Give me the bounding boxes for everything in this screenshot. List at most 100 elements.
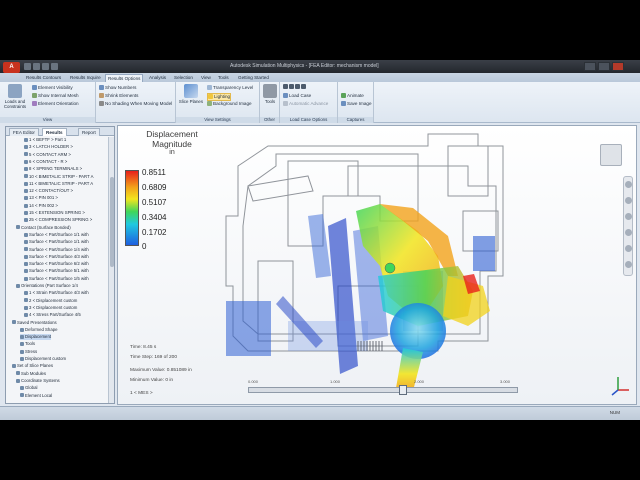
tree-node[interactable]: Tools bbox=[20, 341, 35, 347]
tree-node[interactable]: Displacement custom bbox=[20, 356, 66, 362]
tree-node-icon bbox=[24, 254, 28, 259]
tree-node[interactable]: 15 < EXTENSION SPRING > bbox=[24, 210, 85, 216]
tree-node[interactable]: Surface < Part/Surface 5/1 with bbox=[24, 268, 89, 274]
viewcube-icon[interactable] bbox=[600, 144, 622, 166]
look-icon[interactable] bbox=[625, 229, 632, 236]
tree-node[interactable]: Surface < Part/Surface 1/1 with bbox=[24, 239, 89, 245]
tab-fea-editor[interactable]: FEA Editor bbox=[9, 128, 39, 136]
close-button[interactable] bbox=[612, 62, 624, 71]
tree-node[interactable]: Surface < Part/Surface 4/3 with bbox=[24, 254, 89, 260]
tree-node[interactable]: 11 < BIMETALIC STRIP - PART A bbox=[24, 181, 93, 187]
steering-wheel-icon[interactable] bbox=[625, 261, 632, 268]
tree-node[interactable]: 3 < LATCH HOLDER > bbox=[24, 144, 73, 150]
open-icon[interactable] bbox=[33, 63, 40, 70]
tree-node[interactable]: 4 < Stress Part/Surface 4/5 bbox=[24, 312, 81, 318]
automatic-advance-button[interactable]: Automatic Advance bbox=[283, 101, 328, 107]
tab-report[interactable]: Report bbox=[78, 128, 100, 136]
element-orientation-button[interactable]: Element Orientation bbox=[32, 101, 79, 107]
tab-results-inquire[interactable]: Results Inquire bbox=[68, 74, 103, 82]
tree-node[interactable]: 13 < PIN 001 > bbox=[24, 195, 58, 201]
tree-scrollbar[interactable] bbox=[108, 137, 114, 403]
next-step-icon[interactable] bbox=[295, 84, 300, 90]
load-case-button[interactable]: Load Case bbox=[283, 93, 311, 99]
tree-node[interactable]: Displacement bbox=[20, 334, 52, 341]
app-logo[interactable]: A bbox=[3, 62, 20, 73]
element-visibility-button[interactable]: Element Visibility bbox=[32, 85, 73, 91]
minimize-button[interactable] bbox=[584, 62, 596, 71]
show-numbers-button[interactable]: Show Numbers bbox=[99, 85, 136, 91]
tree-node[interactable]: 14 < PIN 002 > bbox=[24, 203, 58, 209]
tree-node[interactable]: 5 < CONTACT ARM > bbox=[24, 152, 71, 158]
tab-selection[interactable]: Selection bbox=[172, 74, 195, 82]
undo-icon[interactable] bbox=[51, 63, 58, 70]
tree-node[interactable]: Surface < Part/Surface 1/4 with bbox=[24, 247, 89, 253]
tree-node[interactable]: 10 < BIMETALIC STRIP - PART A bbox=[24, 174, 93, 180]
tree-node[interactable]: Global bbox=[20, 385, 37, 391]
tree-node[interactable]: Contact (Surface Bonded) bbox=[16, 225, 71, 231]
tree-node[interactable]: Orientations (Part Surface 1/4 bbox=[16, 283, 78, 289]
tab-tools[interactable]: Tools bbox=[216, 74, 231, 82]
lighting-button[interactable]: Lighting bbox=[207, 93, 232, 101]
no-shading-button[interactable]: No Shading When Moving Model bbox=[99, 101, 172, 107]
orbit-icon[interactable] bbox=[625, 213, 632, 220]
tab-getting-started[interactable]: Getting Started bbox=[236, 74, 271, 82]
tab-analysis[interactable]: Analysis bbox=[147, 74, 168, 82]
tree-node[interactable]: 8 < SPRING TERMINALS > bbox=[24, 166, 82, 172]
pan-icon[interactable] bbox=[625, 181, 632, 188]
tree-node[interactable]: 1 < Strain Part/Surface 4/3 with bbox=[24, 290, 89, 296]
tree-node-icon bbox=[20, 349, 24, 354]
tools-button[interactable]: Tools bbox=[262, 84, 278, 104]
tree-node[interactable]: 6 < CONTACT - R > bbox=[24, 159, 67, 165]
tree-node[interactable]: 3 < Displacement custom bbox=[24, 305, 77, 311]
slice-planes-button[interactable]: Slice Planes bbox=[178, 84, 204, 104]
tab-results-contours[interactable]: Results Contours bbox=[24, 74, 63, 82]
tree-node-label: Tools bbox=[25, 341, 36, 347]
tree-node[interactable]: Surface < Part/Surface 6/2 with bbox=[24, 261, 89, 267]
tree-node[interactable]: Set of Slice Planes bbox=[12, 363, 53, 369]
playback-controls[interactable] bbox=[283, 84, 307, 90]
tree-node[interactable]: 1 < BEFTF > Part 1 bbox=[24, 137, 66, 143]
transparency-level-button[interactable]: Transparency Level bbox=[207, 85, 253, 91]
tree-node-icon bbox=[24, 145, 28, 150]
background-image-button[interactable]: Background Image bbox=[207, 101, 252, 107]
tree-node[interactable]: Sub Modules bbox=[16, 371, 46, 377]
new-icon[interactable] bbox=[24, 63, 31, 70]
tree-scroll-thumb[interactable] bbox=[110, 177, 114, 267]
zoom-icon[interactable] bbox=[625, 197, 632, 204]
show-internal-mesh-button[interactable]: Show Internal Mesh bbox=[32, 93, 79, 99]
fit-icon[interactable] bbox=[625, 245, 632, 252]
model-viewport[interactable]: Displacement Magnitude in 0.8511 0.6809 … bbox=[117, 125, 637, 405]
tree-node[interactable]: Surface < Part/Surface 1/1 with bbox=[24, 232, 89, 238]
tree-node[interactable]: 2 < Displacement custom bbox=[24, 298, 77, 304]
tree-node-icon bbox=[16, 283, 20, 288]
last-step-icon[interactable] bbox=[301, 84, 306, 90]
save-image-button[interactable]: Save Image bbox=[341, 101, 372, 107]
first-step-icon[interactable] bbox=[283, 84, 288, 90]
tab-results[interactable]: Results bbox=[42, 128, 67, 136]
tab-results-options[interactable]: Results Options bbox=[105, 74, 144, 82]
tab-view[interactable]: View bbox=[199, 74, 213, 82]
tree-node-icon bbox=[24, 276, 28, 281]
tree-node[interactable]: 25 < COMPRESSION SPRING > bbox=[24, 217, 92, 223]
tree-node[interactable]: 12 < CONTACT/OUT > bbox=[24, 188, 73, 194]
legend-value-min: 0 bbox=[142, 242, 147, 251]
tree-node-label: Surface < Part/Surface 6/2 with bbox=[29, 261, 89, 267]
previous-step-icon[interactable] bbox=[289, 84, 294, 90]
tree-node-label: Surface < Part/Surface 4/3 with bbox=[29, 253, 89, 259]
tree-node[interactable]: Element Local bbox=[20, 393, 52, 399]
timeline-track[interactable] bbox=[248, 387, 518, 393]
tree-node[interactable]: Stress bbox=[20, 349, 37, 355]
animate-button[interactable]: Animate bbox=[341, 93, 364, 99]
shrink-elements-button[interactable]: Shrink Elements bbox=[99, 93, 138, 99]
save-icon[interactable] bbox=[42, 63, 49, 70]
loads-constraints-button[interactable]: Loads and Constraints bbox=[2, 84, 28, 109]
timeline-knob[interactable] bbox=[399, 385, 407, 395]
time-slider[interactable]: 0.000 1.000 2.000 3.000 bbox=[248, 379, 518, 401]
tree-node-icon bbox=[24, 247, 28, 252]
maximize-button[interactable] bbox=[598, 62, 610, 71]
tree-node[interactable]: Coordinate Systems bbox=[16, 378, 60, 384]
tree-node[interactable]: Surface < Part/Surface 1/5 with bbox=[24, 276, 89, 282]
tree-node[interactable]: Deformed Shape bbox=[20, 327, 58, 333]
timeline-label: 3.000 bbox=[500, 379, 511, 384]
tree-node[interactable]: Saved Presentations bbox=[12, 320, 57, 326]
